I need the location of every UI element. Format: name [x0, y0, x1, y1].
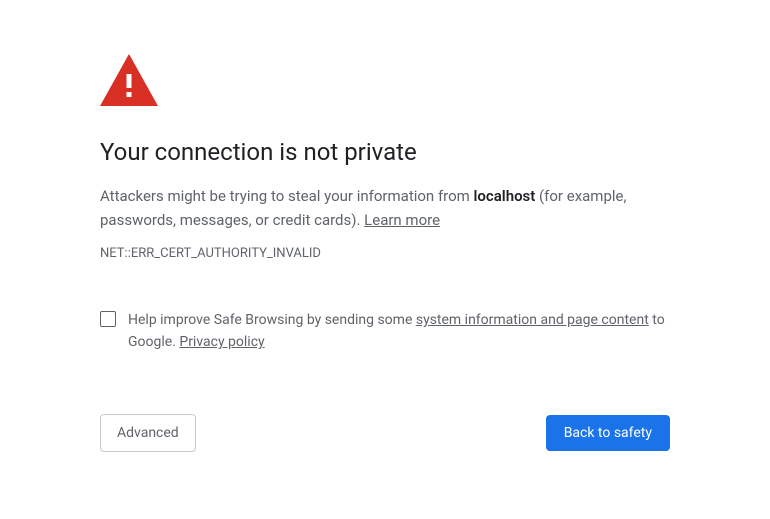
safe-browsing-opt-in: Help improve Safe Browsing by sending so…: [100, 309, 670, 354]
learn-more-link[interactable]: Learn more: [364, 211, 440, 229]
error-code: NET::ERR_CERT_AUTHORITY_INVALID: [100, 246, 670, 261]
opt-in-text: Help improve Safe Browsing by sending so…: [128, 309, 670, 354]
opt-in-checkbox[interactable]: [100, 311, 116, 327]
opt-in-prefix: Help improve Safe Browsing by sending so…: [128, 312, 416, 328]
warning-triangle-icon: [100, 54, 670, 110]
back-to-safety-button[interactable]: Back to safety: [546, 415, 670, 451]
button-row: Advanced Back to safety: [100, 414, 670, 452]
warning-description: Attackers might be trying to steal your …: [100, 184, 670, 232]
privacy-policy-link[interactable]: Privacy policy: [179, 334, 264, 350]
page-title: Your connection is not private: [100, 138, 670, 166]
system-info-link[interactable]: system information and page content: [416, 312, 649, 328]
description-prefix: Attackers might be trying to steal your …: [100, 187, 474, 205]
hostname: localhost: [474, 187, 536, 205]
advanced-button[interactable]: Advanced: [100, 414, 196, 452]
